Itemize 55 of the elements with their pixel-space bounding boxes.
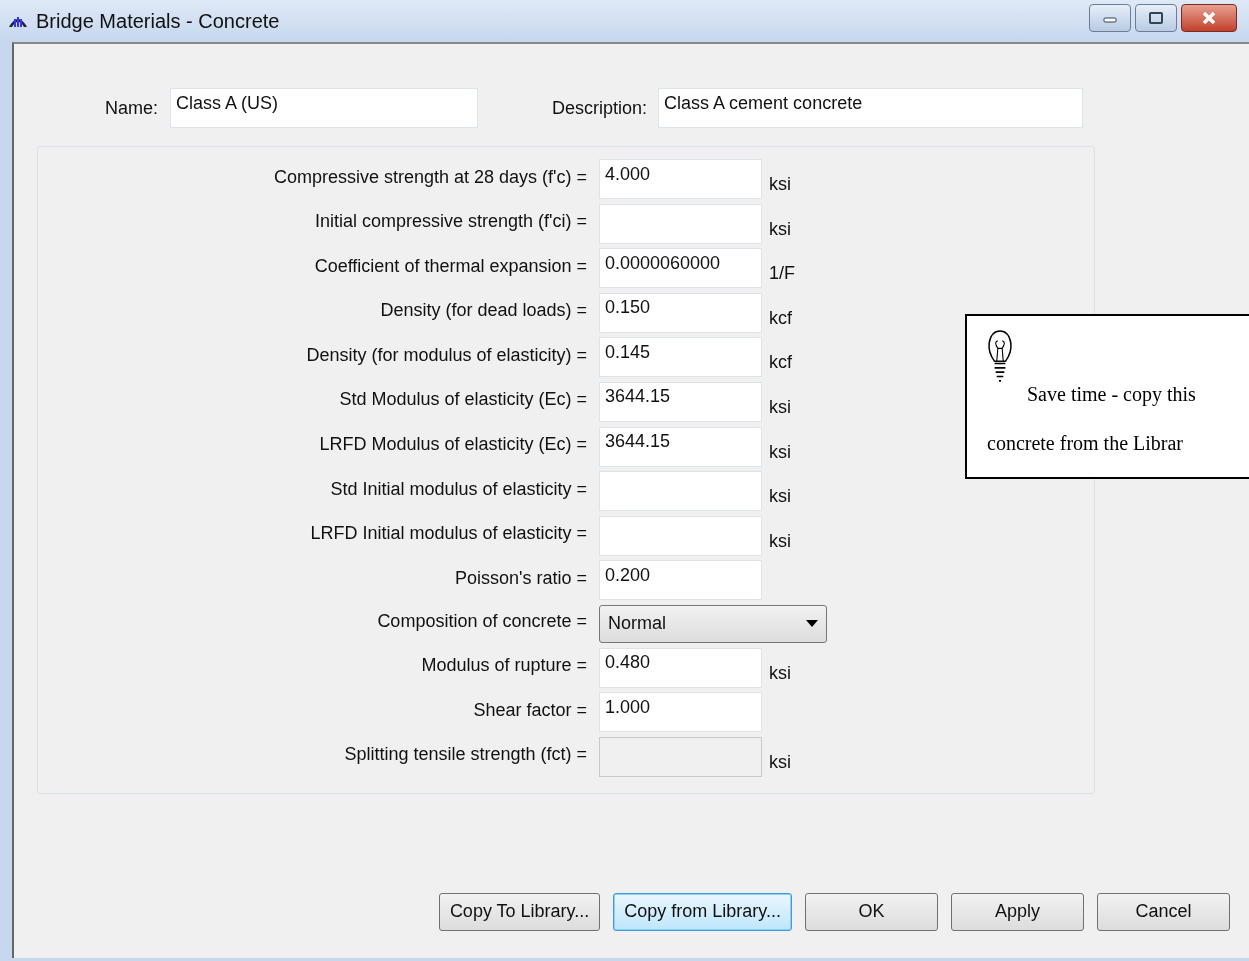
unit-label: kcf <box>769 307 793 330</box>
property-field[interactable] <box>599 471 762 512</box>
description-label: Description: <box>552 97 648 119</box>
dialog-button[interactable]: OK <box>805 892 938 931</box>
unit-label: kcf <box>769 352 793 375</box>
property-field[interactable] <box>599 203 762 244</box>
property-label: Splitting tensile strength (fct) = <box>343 744 587 766</box>
property-label: Composition of concrete = <box>376 611 587 633</box>
property-label: Std Initial modulus of elasticity = <box>329 478 587 500</box>
property-field[interactable]: 3644.15 <box>599 381 762 422</box>
unit-label: ksi <box>769 218 792 241</box>
property-field[interactable]: 0.0000060000 <box>599 248 762 289</box>
property-label: Initial compressive strength (f'ci) = <box>313 211 587 233</box>
unit-label: ksi <box>769 174 792 196</box>
property-label: LRFD Modulus of elasticity (Ec) = <box>318 434 587 456</box>
maximize-button[interactable] <box>1135 4 1177 32</box>
property-label: Modulus of rupture = <box>420 655 587 677</box>
property-field[interactable]: 0.150 <box>599 292 762 333</box>
dialog-button[interactable]: Cancel <box>1097 892 1230 931</box>
dialog-button[interactable]: Copy from Library... <box>613 892 792 931</box>
minimize-button[interactable] <box>1089 4 1131 32</box>
property-label: Poisson's ratio = <box>454 567 587 589</box>
property-field[interactable]: 0.200 <box>599 560 762 601</box>
property-field[interactable]: 0.480 <box>599 647 762 688</box>
name-field[interactable]: Class A (US) <box>170 88 478 128</box>
property-field[interactable]: 3644.15 <box>599 426 762 467</box>
unit-label: ksi <box>769 530 792 553</box>
property-label: Std Modulus of elasticity (Ec) = <box>338 389 587 411</box>
tip-text: Save time - copy this <box>1027 383 1196 406</box>
property-field[interactable] <box>599 515 762 556</box>
name-label: Name: <box>105 97 158 119</box>
description-field[interactable]: Class A cement concrete <box>658 88 1084 128</box>
composition-dropdown[interactable]: Normal <box>599 604 827 643</box>
unit-label: 1/F <box>769 263 796 286</box>
unit-label: ksi <box>769 751 792 774</box>
property-label: LRFD Initial modulus of elasticity = <box>309 523 587 545</box>
close-button[interactable] <box>1181 4 1237 32</box>
unit-label: ksi <box>769 662 792 685</box>
property-field[interactable]: 4.000 <box>599 159 762 199</box>
property-field[interactable]: 0.145 <box>599 337 762 378</box>
property-label: Compressive strength at 28 days (f'c) = <box>272 166 587 188</box>
unit-label: ksi <box>769 441 792 464</box>
caret-icon <box>806 620 818 628</box>
dialog-button[interactable]: Copy To Library... <box>438 892 601 931</box>
window-title: Bridge Materials - Concrete <box>36 9 280 33</box>
dialog-button[interactable]: Apply <box>951 892 1084 931</box>
tip-text: concrete from the Librar <box>987 432 1183 455</box>
unit-label: ksi <box>769 396 792 419</box>
property-field[interactable]: 1.000 <box>599 692 762 733</box>
maximize-icon <box>1146 11 1166 25</box>
property-label: Coefficient of thermal expansion = <box>313 255 587 277</box>
property-label: Shear factor = <box>472 699 587 721</box>
unit-label: ksi <box>769 486 792 509</box>
property-label: Density (for modulus of elasticity) = <box>305 344 587 366</box>
property-label: Density (for dead loads) = <box>379 300 587 322</box>
